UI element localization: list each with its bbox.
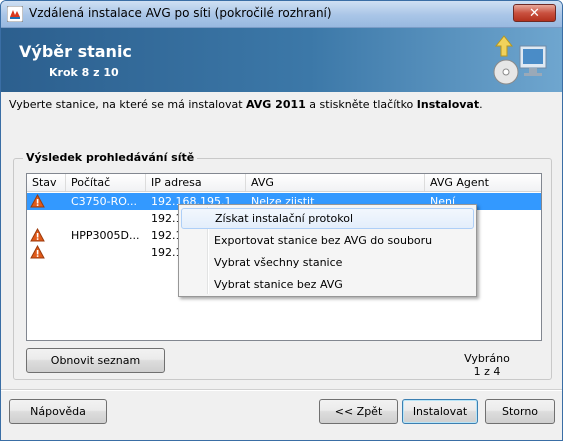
step-indicator: Krok 8 z 10 — [49, 66, 119, 79]
instruction-part: Vyberte stanice, na které se má instalov… — [9, 98, 247, 111]
window-title: Vzdálená instalace AVG po síti (pokročil… — [29, 6, 332, 20]
instruction-text: Vyberte stanice, na které se má instalov… — [9, 98, 483, 111]
wizard-header: Výběr stanic Krok 8 z 10 — [1, 28, 562, 92]
context-menu: Získat instalační protokol Exportovat st… — [178, 204, 477, 297]
menu-item-get-install-log[interactable]: Získat instalační protokol — [181, 208, 474, 229]
close-button[interactable]: ✕ — [513, 4, 556, 22]
selection-label: Vybráno — [464, 352, 510, 365]
footer-divider — [1, 389, 562, 391]
title-bar[interactable]: Vzdálená instalace AVG po síti (pokročil… — [1, 1, 562, 28]
back-button[interactable]: << Zpět — [319, 399, 398, 424]
refresh-list-button[interactable]: Obnovit seznam — [26, 348, 165, 373]
install-button[interactable]: Instalovat — [402, 399, 478, 424]
cell-computer — [66, 244, 146, 261]
selection-summary: Vybráno 1 z 4 — [459, 352, 515, 378]
list-header: Stav Počítač IP adresa AVG AVG Agent — [27, 174, 541, 192]
instruction-part: a stiskněte tlačítko — [305, 98, 417, 111]
cell-computer: HPP3005D... — [71, 229, 140, 242]
installer-window: Vzdálená instalace AVG po síti (pokročil… — [0, 0, 563, 441]
column-computer[interactable]: Počítač — [66, 174, 146, 191]
avg-app-icon — [7, 6, 23, 22]
cell-computer: C3750-RO... — [71, 195, 137, 208]
cancel-button[interactable]: Storno — [485, 399, 555, 424]
instruction-product: AVG 2011 — [246, 98, 306, 111]
warning-icon — [30, 194, 45, 208]
menu-item-select-all[interactable]: Vybrat všechny stanice — [181, 252, 474, 273]
column-agent[interactable]: AVG Agent — [425, 174, 541, 191]
column-status[interactable]: Stav — [27, 174, 66, 191]
column-avg[interactable]: AVG — [246, 174, 425, 191]
results-group-label: Výsledek prohledávání sítě — [23, 151, 198, 164]
network-install-icon — [493, 35, 547, 85]
warning-icon — [30, 228, 45, 242]
help-button[interactable]: Nápověda — [9, 399, 107, 424]
cell-computer — [66, 210, 146, 227]
instruction-button-ref: Instalovat — [416, 98, 480, 111]
page-title: Výběr stanic — [19, 42, 132, 61]
instruction-part: . — [479, 98, 483, 111]
menu-item-export-without-avg[interactable]: Exportovat stanice bez AVG do souboru — [181, 230, 474, 251]
menu-item-select-without-avg[interactable]: Vybrat stanice bez AVG — [181, 274, 474, 295]
warning-icon — [30, 245, 45, 259]
column-ip[interactable]: IP adresa — [146, 174, 246, 191]
selection-count: 1 z 4 — [473, 365, 501, 378]
